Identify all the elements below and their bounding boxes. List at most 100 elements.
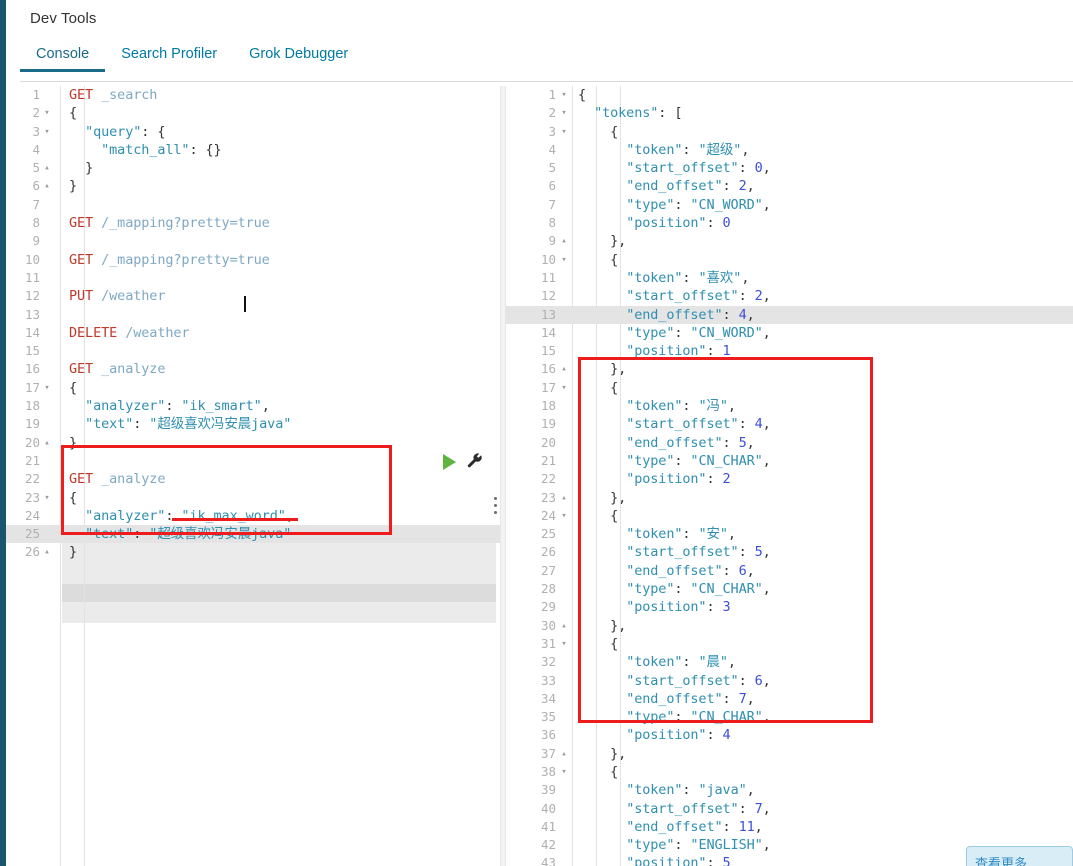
editor-line[interactable]: 25 "token": "安", [506, 525, 1073, 543]
editor-line[interactable]: 9 [6, 232, 500, 250]
fold-open-icon[interactable]: ▾ [559, 104, 569, 122]
fold-open-icon[interactable]: ▾ [559, 635, 569, 653]
editor-line[interactable]: 38 ▾ { [506, 763, 1073, 781]
editor-line[interactable]: 35 "type": "CN_CHAR", [506, 708, 1073, 726]
fold-close-icon[interactable]: ▴ [559, 489, 569, 507]
fold-close-icon[interactable]: ▴ [42, 543, 52, 561]
editor-line[interactable]: 28 "type": "CN_CHAR", [506, 580, 1073, 598]
editor-line[interactable]: 5 "start_offset": 0, [506, 159, 1073, 177]
editor-line[interactable]: 32 "token": "晨", [506, 653, 1073, 671]
fold-close-icon[interactable]: ▴ [559, 617, 569, 635]
editor-line[interactable]: 7 [6, 196, 500, 214]
editor-line[interactable]: 36 "position": 4 [506, 726, 1073, 744]
editor-line[interactable]: 18 "analyzer": "ik_smart", [6, 397, 500, 415]
editor-line[interactable]: 1 ▾ { [506, 86, 1073, 104]
editor-line[interactable]: 17 ▾ { [506, 379, 1073, 397]
fold-open-icon[interactable]: ▾ [42, 489, 52, 507]
editor-line[interactable]: 23 ▴ }, [506, 489, 1073, 507]
request-editor-lines[interactable]: 1 GET _search 2 ▾{3 ▾ "query": {4 "match_all… [6, 86, 500, 562]
editor-line[interactable]: 3 ▾ { [506, 123, 1073, 141]
editor-line[interactable]: 16 ▴ }, [506, 360, 1073, 378]
editor-line[interactable]: 11 "token": "喜欢", [506, 269, 1073, 287]
editor-line[interactable]: 26 "start_offset": 5, [506, 543, 1073, 561]
fold-close-icon[interactable]: ▴ [559, 360, 569, 378]
editor-line[interactable]: 18 "token": "冯", [506, 397, 1073, 415]
fold-open-icon[interactable]: ▾ [559, 86, 569, 104]
editor-line[interactable]: 21 "type": "CN_CHAR", [506, 452, 1073, 470]
editor-line[interactable]: 13 "end_offset": 4, [506, 305, 1073, 324]
fold-open-icon[interactable]: ▾ [559, 123, 569, 141]
fold-open-icon[interactable]: ▾ [42, 104, 52, 122]
tab-console[interactable]: Console [20, 42, 106, 72]
fold-open-icon[interactable]: ▾ [559, 379, 569, 397]
editor-line[interactable]: 12 "start_offset": 2, [506, 287, 1073, 305]
fold-open-icon[interactable]: ▾ [42, 379, 52, 397]
fold-close-icon[interactable]: ▴ [42, 159, 52, 177]
editor-line[interactable]: 7 "type": "CN_WORD", [506, 196, 1073, 214]
fold-open-icon[interactable]: ▾ [559, 763, 569, 781]
fold-close-icon[interactable]: ▴ [42, 434, 52, 452]
editor-line[interactable]: 40 "start_offset": 7, [506, 800, 1073, 818]
fold-open-icon[interactable]: ▾ [559, 251, 569, 269]
editor-line[interactable]: 14 DELETE /weather [6, 324, 500, 342]
editor-line[interactable]: 11 [6, 269, 500, 287]
editor-line[interactable]: 10 GET /_mapping?pretty=true [6, 251, 500, 269]
editor-line[interactable]: 3 ▾ "query": { [6, 123, 500, 141]
play-icon[interactable] [443, 454, 456, 470]
editor-line[interactable]: 19 "text": "超级喜欢冯安晨java" [6, 415, 500, 433]
editor-line[interactable]: 17 ▾ { [6, 379, 500, 397]
editor-line[interactable]: 24 "analyzer": "ik_max_word", [6, 507, 500, 525]
editor-line[interactable]: 22 GET _analyze [6, 470, 500, 488]
editor-line[interactable]: 13 [6, 306, 500, 324]
editor-line[interactable]: 24 ▾ { [506, 507, 1073, 525]
fold-close-icon[interactable]: ▴ [559, 745, 569, 763]
editor-line[interactable]: 4 "token": "超级", [506, 141, 1073, 159]
wrench-icon[interactable] [466, 452, 484, 470]
response-viewer-pane[interactable]: 1 ▾{2 ▾ "tokens": [3 ▾ {4 "token": "超级", 5 "… [506, 86, 1073, 866]
editor-line[interactable]: 2 ▾ "tokens": [ [506, 104, 1073, 122]
editor-line[interactable]: 15 [6, 342, 500, 360]
editor-line[interactable]: 12 PUT /weather [6, 287, 500, 305]
editor-line[interactable]: 2 ▾ { [6, 104, 500, 122]
editor-line[interactable]: 9 ▴ }, [506, 232, 1073, 250]
request-editor-pane[interactable]: 1 GET _search 2 ▾{3 ▾ "query": {4 "match_all… [6, 86, 500, 866]
editor-line[interactable]: 8 "position": 0 [506, 214, 1073, 232]
tab-search-profiler[interactable]: Search Profiler [105, 42, 233, 72]
editor-line[interactable]: 39 "token": "java", [506, 781, 1073, 799]
editor-line[interactable]: 5 ▴ } [6, 159, 500, 177]
editor-line[interactable]: 37 ▴ }, [506, 745, 1073, 763]
editor-line[interactable]: 29 "position": 3 [506, 598, 1073, 616]
fold-close-icon[interactable]: ▴ [42, 177, 52, 195]
editor-line[interactable]: 4 "match_all": {} [6, 141, 500, 159]
editor-line[interactable]: 33 "start_offset": 6, [506, 672, 1073, 690]
editor-line[interactable]: 19 "start_offset": 4, [506, 415, 1073, 433]
editor-line[interactable]: 15 "position": 1 [506, 342, 1073, 360]
editor-line[interactable]: 41 "end_offset": 11, [506, 818, 1073, 836]
tab-grok-debugger[interactable]: Grok Debugger [233, 42, 364, 72]
editor-line[interactable]: 31 ▾ { [506, 635, 1073, 653]
editor-line[interactable]: 22 "position": 2 [506, 470, 1073, 488]
editor-line[interactable]: 10 ▾ { [506, 251, 1073, 269]
editor-line[interactable]: 34 "end_offset": 7, [506, 690, 1073, 708]
editor-line[interactable]: 6 ▴} [6, 177, 500, 195]
editor-line[interactable]: 23 ▾ { [6, 489, 500, 507]
editor-line[interactable]: 20 "end_offset": 5, [506, 434, 1073, 452]
editor-line[interactable]: 1 GET _search [6, 86, 500, 104]
bottom-right-popup[interactable]: 查看更多 [966, 846, 1073, 866]
fold-open-icon[interactable]: ▾ [42, 123, 52, 141]
line-number: 21 [24, 452, 40, 468]
fold-open-icon[interactable]: ▾ [559, 507, 569, 525]
editor-line[interactable]: 20 ▴} [6, 434, 500, 452]
fold-close-icon[interactable]: ▴ [559, 232, 569, 250]
editor-line[interactable]: 25 "text": "超级喜欢冯安晨java" [6, 525, 500, 544]
response-viewer-lines[interactable]: 1 ▾{2 ▾ "tokens": [3 ▾ {4 "token": "超级", 5 "… [506, 86, 1073, 866]
editor-line[interactable]: 16 GET _analyze [6, 360, 500, 378]
editor-line[interactable]: 27 "end_offset": 6, [506, 562, 1073, 580]
editor-line[interactable]: 21 [6, 452, 500, 470]
editor-line[interactable]: 14 "type": "CN_WORD", [506, 324, 1073, 342]
drag-handle-icon[interactable] [494, 497, 500, 517]
editor-line[interactable]: 26 ▴} [6, 543, 500, 561]
editor-line[interactable]: 30 ▴ }, [506, 617, 1073, 635]
editor-line[interactable]: 6 "end_offset": 2, [506, 177, 1073, 195]
editor-line[interactable]: 8 GET /_mapping?pretty=true [6, 214, 500, 232]
